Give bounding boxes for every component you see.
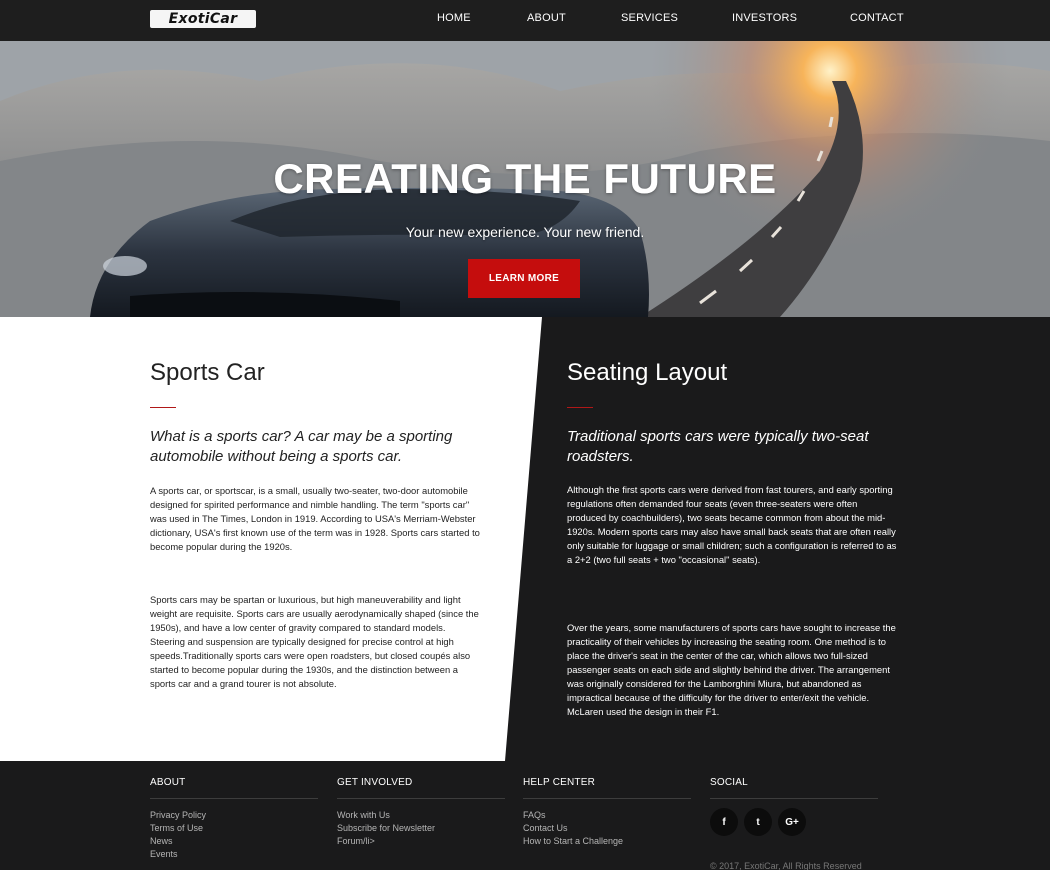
- footer-about-heading: ABOUT: [150, 777, 318, 799]
- twitter-icon[interactable]: t: [744, 808, 772, 836]
- footer-link-contact[interactable]: Contact Us: [523, 822, 691, 835]
- footer-help-heading: HELP CENTER: [523, 777, 691, 799]
- footer-link-events[interactable]: Events: [150, 848, 318, 861]
- hero-title: CREATING THE FUTURE: [273, 155, 777, 202]
- footer-involved-column: GET INVOLVED Work with Us Subscribe for …: [337, 777, 505, 848]
- section-divider: [567, 407, 593, 408]
- footer-link-terms[interactable]: Terms of Use: [150, 822, 318, 835]
- top-nav: ExotiCar HOME ABOUT SERVICES INVESTORS C…: [0, 0, 1050, 41]
- footer-help-column: HELP CENTER FAQs Contact Us How to Start…: [523, 777, 691, 848]
- content-section: Sports Car What is a sports car? A car m…: [0, 317, 1050, 761]
- nav-investors-link[interactable]: INVESTORS: [732, 12, 797, 24]
- sports-car-paragraph-1: A sports car, or sportscar, is a small, …: [150, 485, 480, 552]
- nav-home-link[interactable]: HOME: [437, 12, 471, 24]
- brand-logo[interactable]: ExotiCar: [150, 10, 256, 28]
- footer-involved-heading: GET INVOLVED: [337, 777, 505, 799]
- footer-about-column: ABOUT Privacy Policy Terms of Use News E…: [150, 777, 318, 861]
- logo-text: ExotiCar: [168, 11, 238, 27]
- nav-services-link[interactable]: SERVICES: [621, 12, 678, 24]
- footer-link-work[interactable]: Work with Us: [337, 809, 505, 822]
- sports-car-paragraph-2: Sports cars may be spartan or luxurious,…: [150, 594, 479, 689]
- footer-link-forum[interactable]: Forum/li>: [337, 835, 505, 848]
- facebook-icon[interactable]: f: [710, 808, 738, 836]
- footer-link-faqs[interactable]: FAQs: [523, 809, 691, 822]
- hero-subtitle: Your new experience. Your new friend.: [405, 224, 645, 240]
- nav-contact-link[interactable]: CONTACT: [850, 12, 904, 24]
- sports-car-heading: Sports Car: [150, 359, 265, 386]
- seating-layout-lead: Traditional sports cars were typically t…: [567, 428, 869, 465]
- hero-banner: CREATING THE FUTURE Your new experience.…: [0, 41, 1050, 317]
- seating-layout-paragraph-1: Although the first sports cars were deri…: [567, 484, 897, 565]
- google-plus-icon[interactable]: G+: [778, 808, 806, 836]
- nav-about-link[interactable]: ABOUT: [527, 12, 566, 24]
- footer-social-column: SOCIAL f t G+: [710, 777, 878, 836]
- learn-more-button[interactable]: LEARN MORE: [468, 259, 580, 298]
- seating-layout-heading: Seating Layout: [567, 359, 728, 386]
- footer-social-heading: SOCIAL: [710, 777, 878, 799]
- copyright-text: © 2017, ExotiCar, All Rights Reserved: [710, 861, 862, 870]
- footer-link-newsletter[interactable]: Subscribe for Newsletter: [337, 822, 505, 835]
- footer-link-news[interactable]: News: [150, 835, 318, 848]
- site-footer: ABOUT Privacy Policy Terms of Use News E…: [0, 761, 1050, 870]
- sports-car-lead: What is a sports car? A car may be a spo…: [150, 428, 453, 465]
- footer-link-challenge[interactable]: How to Start a Challenge: [523, 835, 691, 848]
- seating-layout-paragraph-2: Over the years, some manufacturers of sp…: [567, 622, 896, 717]
- footer-link-privacy[interactable]: Privacy Policy: [150, 809, 318, 822]
- section-divider: [150, 407, 176, 408]
